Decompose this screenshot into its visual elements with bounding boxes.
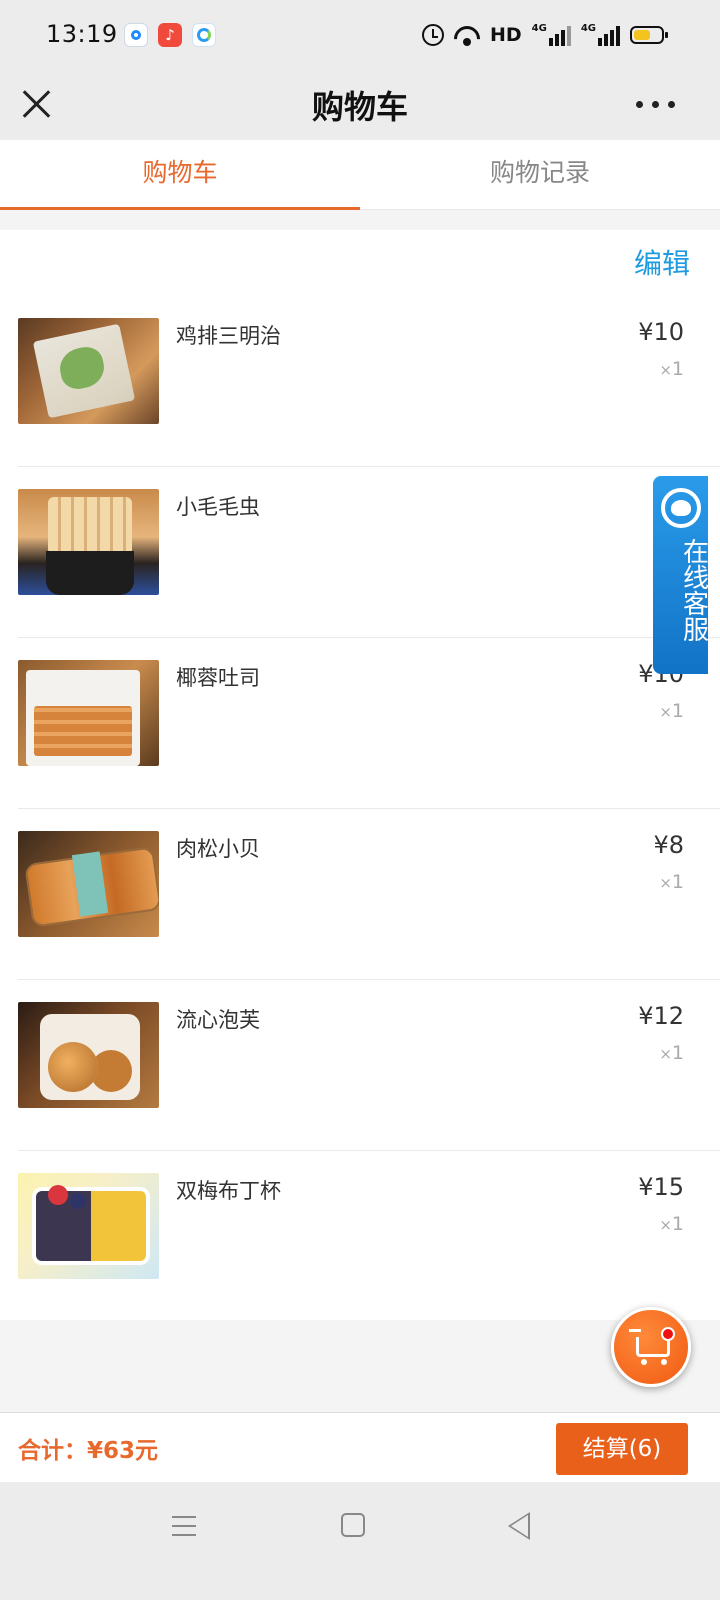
product-quantity: ×1	[659, 1213, 684, 1235]
back-icon[interactable]	[508, 1512, 530, 1540]
status-indicators: HD 4G 4G	[421, 20, 668, 50]
wifi-icon	[454, 24, 480, 46]
product-price: ¥15	[638, 1173, 684, 1201]
tab-cart[interactable]: 购物车	[0, 140, 360, 210]
signal-icon: 4G	[581, 24, 620, 46]
product-quantity: ×1	[659, 1042, 684, 1064]
cart-item[interactable]: 小毛毛虫 ¥8 ×1	[18, 467, 720, 638]
more-dots-icon[interactable]	[630, 94, 680, 114]
notification-dot	[661, 1327, 675, 1341]
product-name: 双梅布丁杯	[176, 1179, 281, 1203]
checkout-bar: 合计：¥63元 结算(6)	[0, 1412, 720, 1482]
alarm-icon	[421, 24, 444, 46]
nav-bar: 购物车	[0, 70, 720, 140]
cart-item[interactable]: 椰蓉吐司 ¥10 ×1	[18, 638, 720, 809]
signal-icon: 4G	[532, 24, 571, 46]
product-quantity: ×1	[659, 871, 684, 893]
product-quantity: ×1	[659, 700, 684, 722]
headset-icon	[661, 488, 701, 528]
product-image	[18, 489, 159, 595]
product-name: 鸡排三明治	[176, 324, 281, 348]
checkout-button[interactable]: 结算(6)	[556, 1423, 688, 1475]
online-support-button[interactable]: 在线客服	[653, 476, 709, 674]
product-name: 流心泡芙	[176, 1008, 260, 1032]
floating-cart-button[interactable]	[611, 1307, 691, 1387]
signal-label: 4G	[531, 23, 547, 34]
product-image	[18, 1002, 159, 1108]
product-price: ¥8	[653, 831, 684, 859]
product-name: 小毛毛虫	[176, 495, 260, 519]
product-price: ¥10	[638, 318, 684, 346]
cart-item[interactable]: 肉松小贝 ¥8 ×1	[18, 809, 720, 980]
product-image	[18, 318, 159, 424]
product-quantity: ×1	[659, 358, 684, 380]
product-price: ¥12	[638, 1002, 684, 1030]
browser-app-icon	[192, 23, 216, 47]
menu-icon[interactable]	[172, 1516, 196, 1536]
cart-item[interactable]: 鸡排三明治 ¥10 ×1	[18, 296, 720, 467]
online-support-label: 在线客服	[678, 538, 709, 642]
product-name: 肉松小贝	[176, 837, 260, 861]
product-image	[18, 1173, 159, 1279]
edit-button[interactable]: 编辑	[634, 242, 690, 282]
music-app-icon: ♪	[158, 23, 182, 47]
total-amount: 合计：¥63元	[18, 1438, 159, 1464]
product-image	[18, 660, 159, 766]
tab-purchase-history[interactable]: 购物记录	[360, 140, 720, 209]
hd-label: HD	[489, 24, 522, 46]
status-time: 13:19	[46, 20, 118, 48]
app-notification-icon	[124, 23, 148, 47]
page-title: 购物车	[311, 88, 408, 126]
status-bar: 13:19 ♪ HD 4G 4G	[0, 0, 720, 70]
cart-item[interactable]: 流心泡芙 ¥12 ×1	[18, 980, 720, 1151]
signal-label: 4G	[580, 23, 596, 34]
tab-bar: 购物车 购物记录	[0, 140, 720, 210]
system-navigation-bar	[0, 1482, 720, 1600]
product-name: 椰蓉吐司	[176, 666, 260, 690]
battery-icon	[630, 26, 668, 44]
home-icon[interactable]	[341, 1513, 365, 1537]
cart-item[interactable]: 双梅布丁杯 ¥15 ×1	[18, 1151, 720, 1322]
product-image	[18, 831, 159, 937]
cart-list: 编辑 鸡排三明治 ¥10 ×1 小毛毛虫 ¥8 ×1 椰蓉吐司 ¥10 ×1 肉…	[0, 230, 720, 1320]
